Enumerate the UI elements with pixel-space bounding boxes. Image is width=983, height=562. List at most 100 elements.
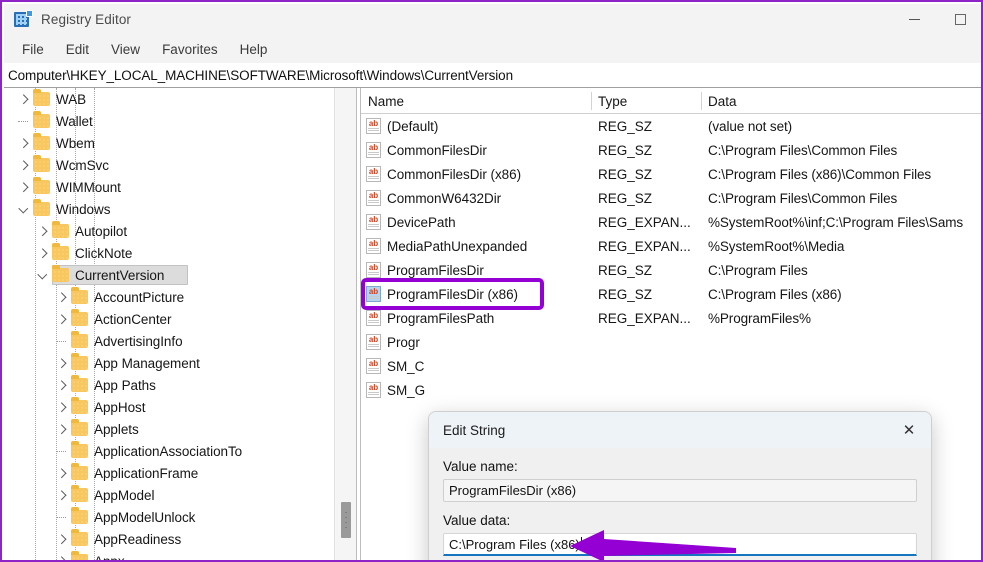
window-controls: [891, 4, 981, 35]
tree-item-applicationframe[interactable]: ApplicationFrame: [4, 462, 334, 484]
tree-item-actioncenter[interactable]: ActionCenter: [4, 308, 334, 330]
table-row[interactable]: ab ProgramFilesPath REG_EXPAN... %ProgramFi…: [361, 306, 981, 330]
table-row[interactable]: ab CommonFilesDir (x86) REG_SZ C:\Program F…: [361, 162, 981, 186]
column-header-name[interactable]: Name: [361, 88, 404, 114]
chevron-right-icon[interactable]: [16, 91, 32, 107]
ab-glyph: ab: [368, 311, 379, 320]
chevron-right-icon[interactable]: [35, 223, 51, 239]
tree-item-wimmount[interactable]: WIMMount: [4, 176, 334, 198]
close-icon[interactable]: ✕: [887, 412, 931, 448]
tree-item-accountpicture[interactable]: AccountPicture: [4, 286, 334, 308]
table-row[interactable]: ab DevicePath REG_EXPAN... %SystemRoot%\inf…: [361, 210, 981, 234]
registry-tree-pane[interactable]: WAB Wallet Wbem WcmSvc WIMMount Windows Autopi…: [4, 88, 334, 560]
chevron-right-icon[interactable]: [16, 157, 32, 173]
cell-value-name: ProgramFilesDir (x86): [387, 286, 518, 302]
tree-item-label: Windows: [56, 201, 111, 217]
menu-item-help[interactable]: Help: [229, 39, 279, 60]
tree-item-wab[interactable]: WAB: [4, 88, 334, 110]
chevron-right-icon[interactable]: [16, 179, 32, 195]
chevron-right-icon[interactable]: [16, 135, 32, 151]
cell-value-type: REG_SZ: [598, 190, 653, 206]
tree-item-autopilot[interactable]: Autopilot: [4, 220, 334, 242]
chevron-right-icon[interactable]: [54, 355, 70, 371]
table-row[interactable]: ab Progr: [361, 330, 981, 354]
folder-icon: [71, 287, 88, 304]
string-value-icon: ab: [366, 382, 381, 398]
maximize-button[interactable]: [937, 4, 981, 35]
table-row[interactable]: ab ProgramFilesDir (x86) REG_SZ C:\Program …: [361, 282, 981, 306]
tree-item-label: WAB: [56, 91, 87, 107]
tree-item-appmodelunlock[interactable]: AppModelUnlock: [4, 506, 334, 528]
column-header-type[interactable]: Type: [591, 88, 627, 114]
tree-item-app-management[interactable]: App Management: [4, 352, 334, 374]
text-caret: [580, 537, 582, 551]
table-row[interactable]: ab ProgramFilesDir REG_SZ C:\Program Files: [361, 258, 981, 282]
table-row[interactable]: ab CommonFilesDir REG_SZ C:\Program Files\C…: [361, 138, 981, 162]
string-value-icon: ab: [366, 262, 381, 278]
tree-item-app-paths[interactable]: App Paths: [4, 374, 334, 396]
folder-icon: [71, 441, 88, 458]
tree-scrollbar-thumb[interactable]: [341, 502, 351, 538]
chevron-right-icon[interactable]: [54, 311, 70, 327]
menu-item-favorites[interactable]: Favorites: [151, 39, 229, 60]
tree-item-wallet[interactable]: Wallet: [4, 110, 334, 132]
chevron-down-icon[interactable]: [16, 201, 32, 217]
chevron-right-icon[interactable]: [35, 245, 51, 261]
chevron-down-icon[interactable]: [35, 267, 51, 283]
cell-value-data: C:\Program Files\Common Files: [708, 142, 898, 158]
tree-item-applets[interactable]: Applets: [4, 418, 334, 440]
tree-item-applicationassociationto[interactable]: ApplicationAssociationTo: [4, 440, 334, 462]
chevron-right-icon[interactable]: [54, 421, 70, 437]
dialog-body: Value name: ProgramFilesDir (x86) Value …: [429, 459, 931, 556]
table-row[interactable]: ab MediaPathUnexpanded REG_EXPAN... %System…: [361, 234, 981, 258]
string-value-icon: ab: [366, 166, 381, 182]
value-data-text: C:\Program Files (x86): [449, 536, 580, 552]
table-row[interactable]: ab CommonW6432Dir REG_SZ C:\Program Files\C…: [361, 186, 981, 210]
tree-item-currentversion[interactable]: CurrentVersion: [4, 264, 334, 286]
folder-icon: [33, 89, 50, 106]
tree-item-wbem[interactable]: Wbem: [4, 132, 334, 154]
tree-item-apphost[interactable]: AppHost: [4, 396, 334, 418]
folder-icon: [33, 177, 50, 194]
chevron-right-icon[interactable]: [54, 465, 70, 481]
dialog-title-bar: Edit String ✕: [429, 412, 931, 448]
page-title: Registry Editor: [41, 12, 132, 27]
tree-item-advertisinginfo[interactable]: AdvertisingInfo: [4, 330, 334, 352]
address-bar[interactable]: Computer\HKEY_LOCAL_MACHINE\SOFTWARE\Mic…: [4, 63, 981, 88]
chevron-right-icon[interactable]: [54, 377, 70, 393]
menu-item-edit[interactable]: Edit: [55, 39, 100, 60]
folder-icon: [71, 507, 88, 524]
ab-glyph: ab: [368, 287, 379, 296]
string-value-icon: ab: [366, 190, 381, 206]
tree-item-appx[interactable]: Appx: [4, 550, 334, 560]
minimize-button[interactable]: [891, 4, 937, 35]
tree-item-label: ActionCenter: [94, 311, 172, 327]
tree-scrollbar[interactable]: [334, 88, 356, 560]
tree-item-wcmsvc[interactable]: WcmSvc: [4, 154, 334, 176]
ab-glyph: ab: [368, 167, 379, 176]
chevron-right-icon[interactable]: [54, 399, 70, 415]
value-data-input[interactable]: C:\Program Files (x86): [443, 533, 917, 556]
menu-item-view[interactable]: View: [100, 39, 151, 60]
cell-value-type: REG_EXPAN...: [598, 214, 691, 230]
chevron-right-icon[interactable]: [54, 487, 70, 503]
tree-item-appmodel[interactable]: AppModel: [4, 484, 334, 506]
chevron-right-icon[interactable]: [54, 531, 70, 547]
table-row[interactable]: ab SM_C: [361, 354, 981, 378]
cell-value-name: SM_C: [387, 358, 425, 374]
folder-icon: [52, 265, 69, 282]
tree-item-clicknote[interactable]: ClickNote: [4, 242, 334, 264]
table-row[interactable]: ab SM_G: [361, 378, 981, 402]
cell-value-name: Progr: [387, 334, 420, 350]
cell-value-type: REG_EXPAN...: [598, 310, 691, 326]
chevron-right-icon[interactable]: [54, 289, 70, 305]
tree-leaf-connector: [16, 113, 32, 129]
value-name-input[interactable]: ProgramFilesDir (x86): [443, 479, 917, 502]
tree-item-label: WIMMount: [56, 179, 121, 195]
column-header-data[interactable]: Data: [701, 88, 737, 114]
chevron-right-icon[interactable]: [54, 553, 70, 560]
tree-item-windows[interactable]: Windows: [4, 198, 334, 220]
menu-item-file[interactable]: File: [11, 39, 55, 60]
tree-item-appreadiness[interactable]: AppReadiness: [4, 528, 334, 550]
table-row[interactable]: ab (Default) REG_SZ (value not set): [361, 114, 981, 138]
